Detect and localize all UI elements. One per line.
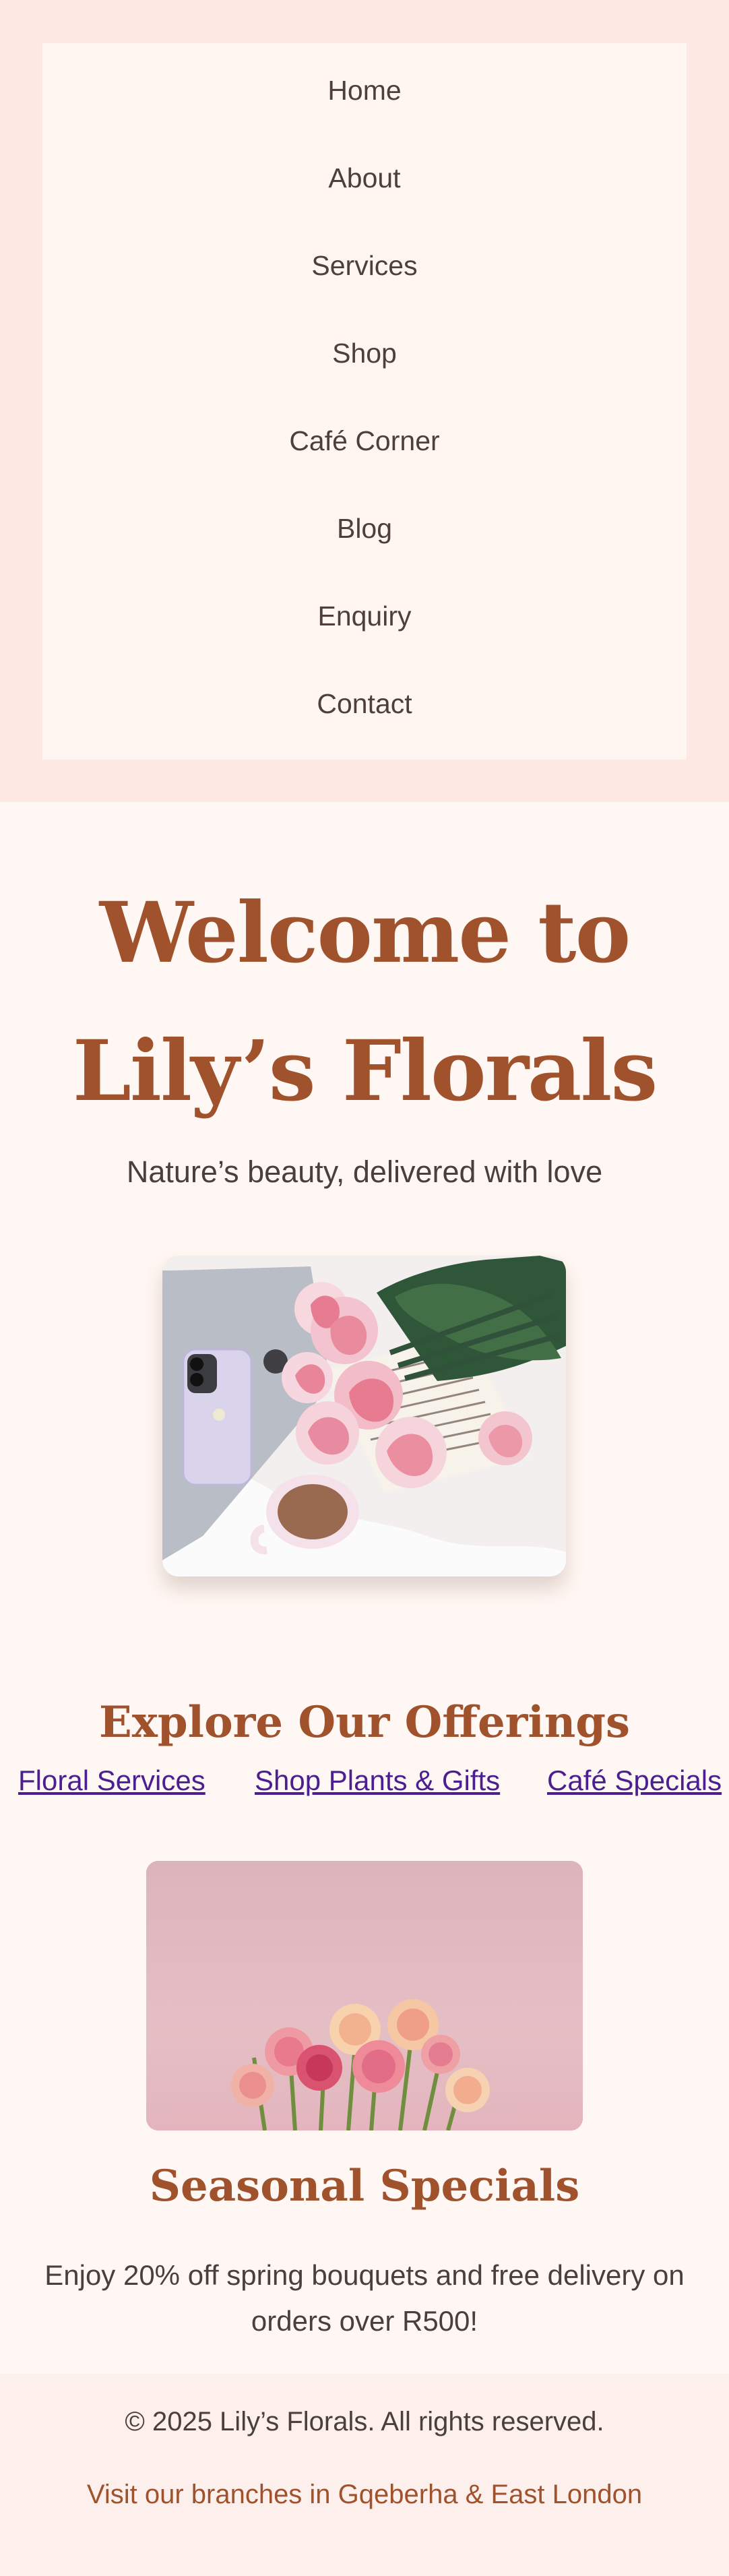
nav-item-enquiry[interactable]: Enquiry xyxy=(42,601,687,689)
offerings-title: Explore Our Offerings xyxy=(98,1697,631,1748)
nav-item-about[interactable]: About xyxy=(42,163,687,251)
hero-title: Welcome to Lily’s Florals xyxy=(72,884,658,1120)
hero-flowers-illustration xyxy=(162,1256,566,1576)
nav-item-cafe-corner[interactable]: Café Corner xyxy=(42,426,687,514)
link-cafe-specials[interactable]: Café Specials xyxy=(547,1760,722,1801)
hero-flowers-photo xyxy=(162,1256,566,1576)
seasonal-specials-title: Seasonal Specials xyxy=(149,2161,580,2211)
navigation-panel: Home About Services Shop Café Corner Blo… xyxy=(42,43,687,760)
offerings-links: Floral Services Shop Plants & Gifts Café… xyxy=(0,1760,729,1801)
nav-item-home[interactable]: Home xyxy=(42,75,687,163)
seasonal-specials-text: Enjoy 20% off spring bouquets and free d… xyxy=(44,2259,685,2337)
nav-item-services[interactable]: Services xyxy=(42,251,687,338)
link-shop-plants-gifts[interactable]: Shop Plants & Gifts xyxy=(255,1760,500,1801)
hero-subtitle: Nature’s beauty, delivered with love xyxy=(126,1155,603,1189)
nav-item-blog[interactable]: Blog xyxy=(42,514,687,601)
seasonal-ranunculus-photo xyxy=(146,1861,583,2130)
main-navigation: Home About Services Shop Café Corner Blo… xyxy=(0,0,729,802)
nav-item-contact[interactable]: Contact xyxy=(42,689,687,776)
site-footer: © 2025 Lily’s Florals. All rights reserv… xyxy=(0,2374,729,2576)
footer-copyright: © 2025 Lily’s Florals. All rights reserv… xyxy=(125,2407,604,2436)
nav-item-shop[interactable]: Shop xyxy=(42,338,687,426)
seasonal-ranunculus-illustration xyxy=(146,1861,583,2130)
link-floral-services[interactable]: Floral Services xyxy=(18,1760,205,1801)
footer-branches: Visit our branches in Gqeberha & East Lo… xyxy=(86,2480,643,2509)
